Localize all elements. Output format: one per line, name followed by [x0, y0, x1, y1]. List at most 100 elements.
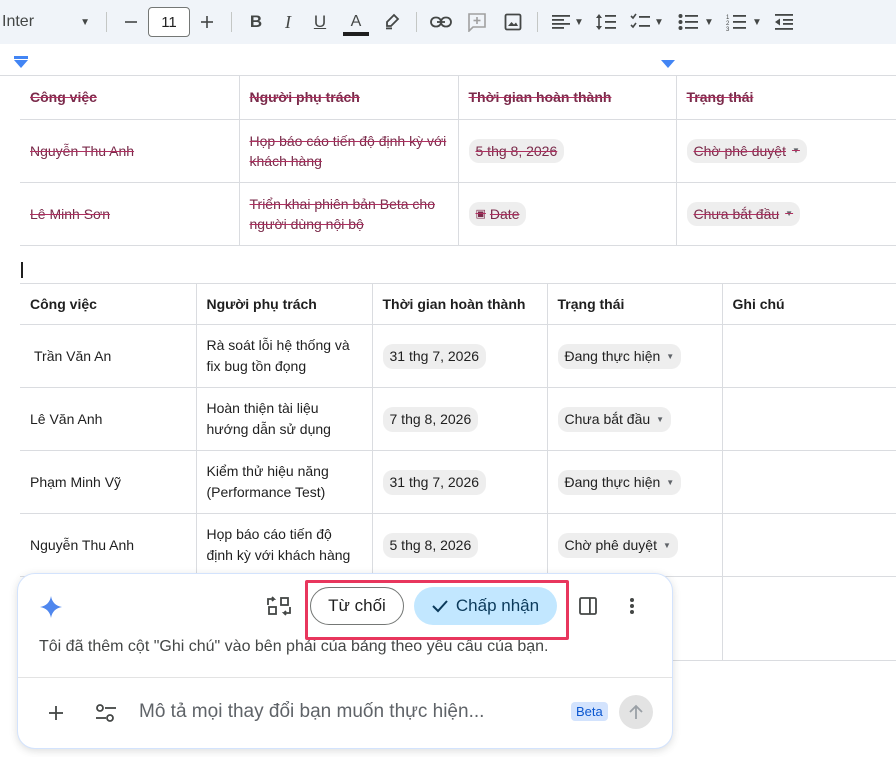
bold-icon: B: [249, 12, 263, 31]
bullet-list-button[interactable]: ▼: [672, 0, 720, 44]
right-indent-marker[interactable]: [661, 60, 675, 68]
toolbar: Inter ▼ 11 B I U A ▼ ▼ ▼ 1 2 3 ▼: [0, 0, 896, 44]
date-cell[interactable]: ▣ Date: [457, 181, 677, 246]
highlight-icon: [386, 13, 400, 30]
date-cell[interactable]: 31 thg 7, 2026: [371, 450, 548, 514]
table-header[interactable]: Công việc: [20, 76, 240, 120]
owner-cell[interactable]: Kiểm thử hiệu năng (Performance Test): [195, 450, 373, 514]
add-button[interactable]: [42, 699, 70, 727]
status-cell[interactable]: Chờ phê duyệt ▼: [675, 118, 896, 183]
font-size-input[interactable]: 11: [148, 7, 190, 37]
task-cell[interactable]: Trần Văn An: [20, 324, 197, 388]
table-header[interactable]: Người phụ trách: [195, 283, 373, 325]
align-button[interactable]: ▼: [546, 0, 590, 44]
task-cell[interactable]: Nguyễn Thu Anh: [20, 118, 240, 183]
note-cell[interactable]: [721, 387, 896, 451]
table-header[interactable]: Người phụ trách: [238, 76, 459, 120]
insert-link-button[interactable]: [425, 0, 457, 44]
open-side-panel-button[interactable]: [574, 592, 602, 620]
settings-button[interactable]: [92, 699, 120, 727]
decrease-font-size-button[interactable]: [115, 0, 147, 44]
date-chip[interactable]: 5 thg 8, 2026: [468, 138, 565, 163]
increase-font-size-button[interactable]: [191, 0, 223, 44]
table-row: Lê Văn Anh Hoàn thiện tài liệu hướng dẫn…: [20, 387, 896, 451]
note-cell[interactable]: [721, 450, 896, 514]
status-chip[interactable]: Chờ phê duyệt ▼: [686, 138, 807, 163]
send-button[interactable]: [619, 695, 653, 729]
divider: [537, 12, 538, 32]
table-header[interactable]: Trạng thái: [546, 283, 723, 325]
status-label: Chờ phê duyệt: [693, 142, 786, 159]
checklist-button[interactable]: ▼: [622, 0, 672, 44]
table-header[interactable]: Thời gian hoàn thành: [371, 283, 548, 325]
note-cell[interactable]: [721, 324, 896, 388]
gemini-spark-icon: [40, 596, 62, 618]
bullet-list-icon: [678, 14, 699, 30]
line-spacing-button[interactable]: [590, 0, 622, 44]
compare-changes-button[interactable]: [265, 592, 293, 620]
plus-icon: [201, 16, 213, 28]
add-comment-button[interactable]: [457, 0, 497, 44]
underline-button[interactable]: U: [304, 0, 336, 44]
date-cell[interactable]: 31 thg 7, 2026: [371, 324, 548, 388]
link-icon: [430, 16, 452, 28]
highlight-button[interactable]: [376, 0, 408, 44]
plus-icon: [49, 706, 63, 720]
numbered-list-button[interactable]: 123 ▼: [720, 0, 768, 44]
owner-cell[interactable]: Hoàn thiện tài liệu hướng dẫn sử dụng: [195, 387, 373, 451]
status-cell[interactable]: Chưa bắt đầu ▼: [675, 181, 896, 246]
task-cell[interactable]: Lê Minh Sơn: [20, 181, 240, 246]
chevron-down-icon: ▼: [704, 16, 714, 28]
compare-icon: [267, 596, 291, 616]
status-chip[interactable]: Đang thực hiện ▼: [557, 343, 682, 369]
text-color-button[interactable]: A: [336, 0, 376, 44]
more-options-button[interactable]: [618, 592, 646, 620]
minus-icon: [125, 21, 137, 23]
status-cell[interactable]: Đang thực hiện ▼: [546, 324, 723, 388]
note-cell[interactable]: [721, 513, 896, 577]
date-chip[interactable]: 7 thg 8, 2026: [382, 406, 479, 432]
decrease-indent-button[interactable]: [768, 0, 800, 44]
date-chip[interactable]: 31 thg 7, 2026: [382, 469, 487, 495]
table-header[interactable]: Ghi chú: [721, 283, 896, 325]
status-chip[interactable]: Chờ phê duyệt ▼: [557, 532, 678, 558]
status-cell[interactable]: Đang thực hiện ▼: [546, 450, 723, 514]
owner-cell[interactable]: Họp báo cáo tiến độ định kỳ với khách hà…: [195, 513, 373, 577]
task-cell[interactable]: Phạm Minh Vỹ: [20, 450, 197, 514]
task-cell[interactable]: Lê Văn Anh: [20, 387, 197, 451]
ruler: [0, 44, 896, 76]
task-cell[interactable]: Nguyễn Thu Anh: [20, 513, 197, 577]
dropdown-arrow-icon: ▼: [666, 351, 675, 361]
owner-cell[interactable]: Triển khai phiên bản Beta cho người dùng…: [238, 181, 459, 246]
divider: [18, 677, 672, 678]
left-indent-marker[interactable]: [14, 56, 28, 68]
date-cell[interactable]: 5 thg 8, 2026: [371, 513, 548, 577]
prompt-input[interactable]: Mô tả mọi thay đổi bạn muốn thực hiện...: [139, 701, 484, 723]
note-cell[interactable]: [721, 576, 896, 661]
status-cell[interactable]: Chờ phê duyệt ▼: [546, 513, 723, 577]
font-size-field[interactable]: 11: [147, 0, 191, 44]
table-row: Nguyễn Thu Anh Họp báo cáo tiến độ định …: [20, 513, 896, 577]
date-chip[interactable]: 31 thg 7, 2026: [382, 343, 487, 369]
table-header[interactable]: Thời gian hoàn thành: [457, 76, 677, 120]
date-chip[interactable]: ▣ Date: [468, 201, 527, 226]
numbered-list-icon: 123: [726, 15, 747, 31]
owner-cell[interactable]: Rà soát lỗi hệ thống và fix bug tồn đọng: [195, 324, 373, 388]
status-cell[interactable]: Chưa bắt đầu ▼: [546, 387, 723, 451]
status-chip[interactable]: Chưa bắt đầu ▼: [686, 201, 801, 226]
date-chip[interactable]: 5 thg 8, 2026: [382, 532, 479, 558]
insert-image-button[interactable]: [497, 0, 529, 44]
align-icon: [552, 15, 571, 29]
table-header[interactable]: Trạng thái: [675, 76, 896, 120]
owner-cell[interactable]: Họp báo cáo tiến độ định kỳ với khách hà…: [238, 118, 459, 183]
date-cell[interactable]: 5 thg 8, 2026: [457, 118, 677, 183]
status-chip[interactable]: Chưa bắt đầu ▼: [557, 406, 672, 432]
font-selector[interactable]: Inter ▼: [0, 0, 98, 44]
date-cell[interactable]: 7 thg 8, 2026: [371, 387, 548, 451]
dropdown-arrow-icon: ▼: [791, 145, 800, 155]
status-label: Đang thực hiện: [564, 473, 661, 490]
bold-button[interactable]: B: [240, 0, 272, 44]
status-chip[interactable]: Đang thực hiện ▼: [557, 469, 682, 495]
table-header[interactable]: Công việc: [20, 283, 197, 325]
italic-button[interactable]: I: [272, 0, 304, 44]
